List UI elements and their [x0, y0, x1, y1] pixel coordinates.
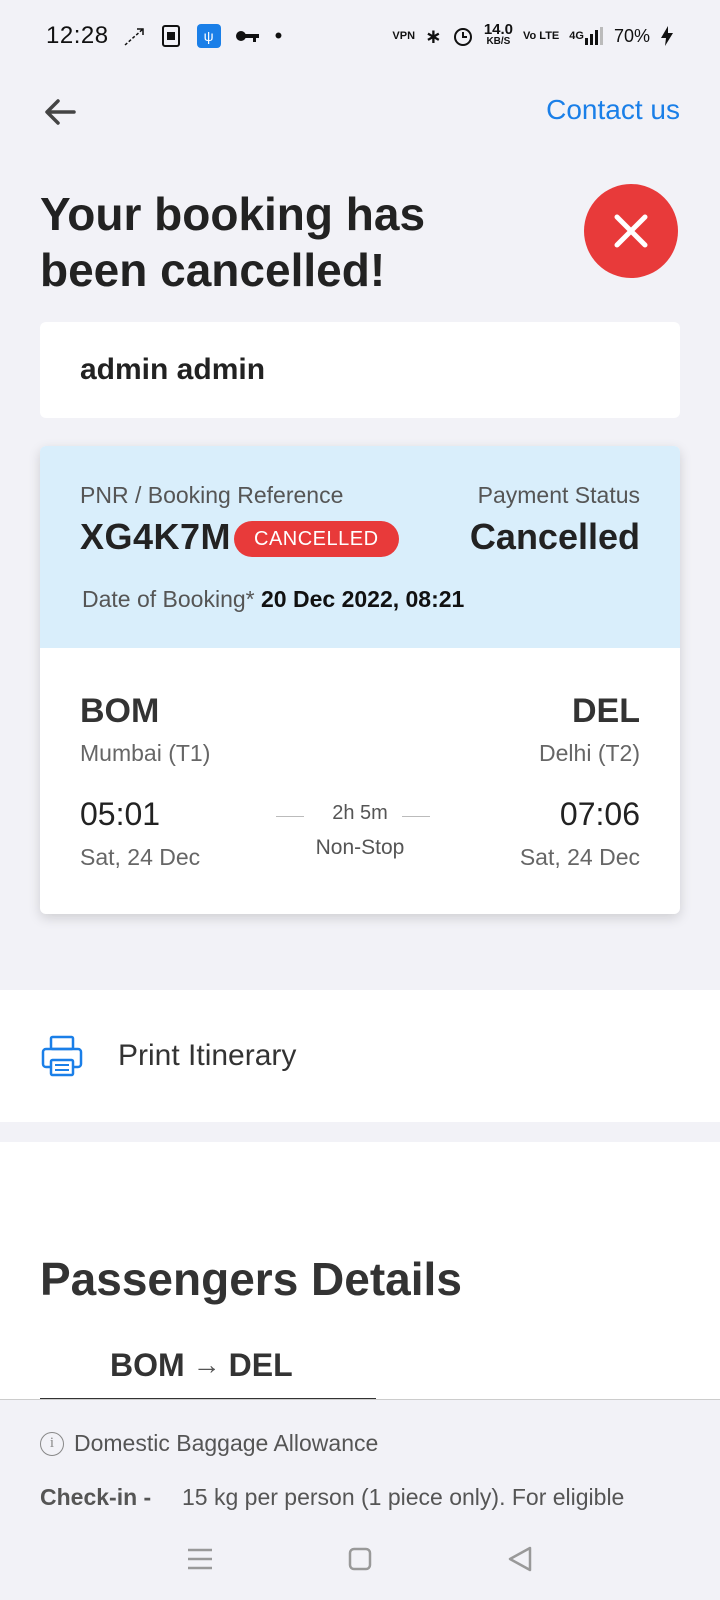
booking-summary: PNR / Booking Reference Payment Status X… [40, 446, 680, 648]
booking-date: Date of Booking* 20 Dec 2022, 08:21 [82, 586, 464, 613]
usb-icon: ψ [196, 24, 221, 48]
battery-level: 70% [613, 25, 650, 46]
destination-code: DEL [572, 692, 640, 730]
booking-date-value: 20 Dec 2022, 08:21 [261, 586, 465, 612]
booking-card: PNR / Booking Reference Payment Status X… [40, 446, 680, 914]
baggage-title: i Domestic Baggage Allowance [40, 1430, 378, 1457]
contact-us-link[interactable]: Contact us [546, 94, 680, 126]
pnr-label: PNR / Booking Reference [80, 482, 344, 508]
flight-details: BOM DEL Mumbai (T1) Delhi (T2) 05:01 07:… [40, 648, 680, 914]
passenger-name-card: admin admin [40, 322, 680, 418]
booking-date-label: Date of Booking* [82, 586, 255, 612]
baggage-title-text: Domestic Baggage Allowance [74, 1430, 379, 1456]
payment-status-label: Payment Status [477, 482, 640, 508]
pnr-code: XG4K7M [80, 516, 232, 557]
key-icon [235, 28, 261, 44]
printer-icon [41, 1035, 83, 1077]
volte-icon: Vo LTE [523, 30, 560, 42]
close-icon [614, 214, 648, 248]
charging-icon [660, 25, 674, 47]
print-itinerary-button[interactable]: Print Itinerary [0, 990, 720, 1122]
system-nav-bar [0, 1522, 720, 1600]
menu-button[interactable] [185, 1546, 215, 1577]
signal-icon: 4G [569, 26, 604, 46]
alarm-icon [452, 25, 474, 47]
signal-off-icon [123, 25, 147, 47]
destination-city: Delhi (T2) [539, 740, 640, 766]
status-bar: 12:28 ψ • VPN ∗ 14.0 KB/S Vo LTE 4G 70% [0, 0, 720, 72]
home-icon [348, 1547, 372, 1570]
route-arrow-icon: → [192, 1349, 221, 1380]
bluetooth-icon: ∗ [425, 25, 442, 48]
back-nav-icon [508, 1546, 531, 1571]
vpn-icon: VPN [392, 30, 416, 42]
menu-icon [188, 1548, 213, 1569]
sim-icon [161, 24, 183, 48]
payment-status-value: Cancelled [469, 516, 640, 557]
dot-icon: • [274, 23, 283, 48]
net-speed: 14.0 KB/S [483, 21, 514, 47]
route-to: DEL [228, 1346, 293, 1383]
back-button[interactable] [36, 88, 84, 136]
passengers-title: Passengers Details [40, 1253, 462, 1305]
status-badge: CANCELLED [234, 521, 399, 557]
back-arrow-icon [45, 99, 76, 125]
back-nav-button[interactable] [505, 1544, 535, 1579]
cancelled-status-icon [584, 184, 678, 278]
print-itinerary-label: Print Itinerary [118, 1039, 297, 1072]
tab-route-bom-del[interactable]: BOM → DEL [40, 1332, 376, 1400]
checkin-label: Check-in - [40, 1484, 152, 1510]
clock: 12:28 [46, 22, 109, 49]
origin-city: Mumbai (T1) [80, 740, 211, 766]
home-button[interactable] [346, 1545, 374, 1578]
flight-stops: Non-Stop [315, 836, 405, 859]
page-title: Your booking has been cancelled! [40, 188, 426, 296]
info-icon: i [40, 1431, 64, 1456]
origin-code: BOM [80, 692, 160, 730]
passenger-name: admin admin [80, 353, 266, 386]
flight-duration: 2h 5m [332, 802, 388, 824]
route-from: BOM [110, 1346, 185, 1383]
checkin-value: 15 kg per person (1 piece only). For eli… [182, 1484, 625, 1510]
